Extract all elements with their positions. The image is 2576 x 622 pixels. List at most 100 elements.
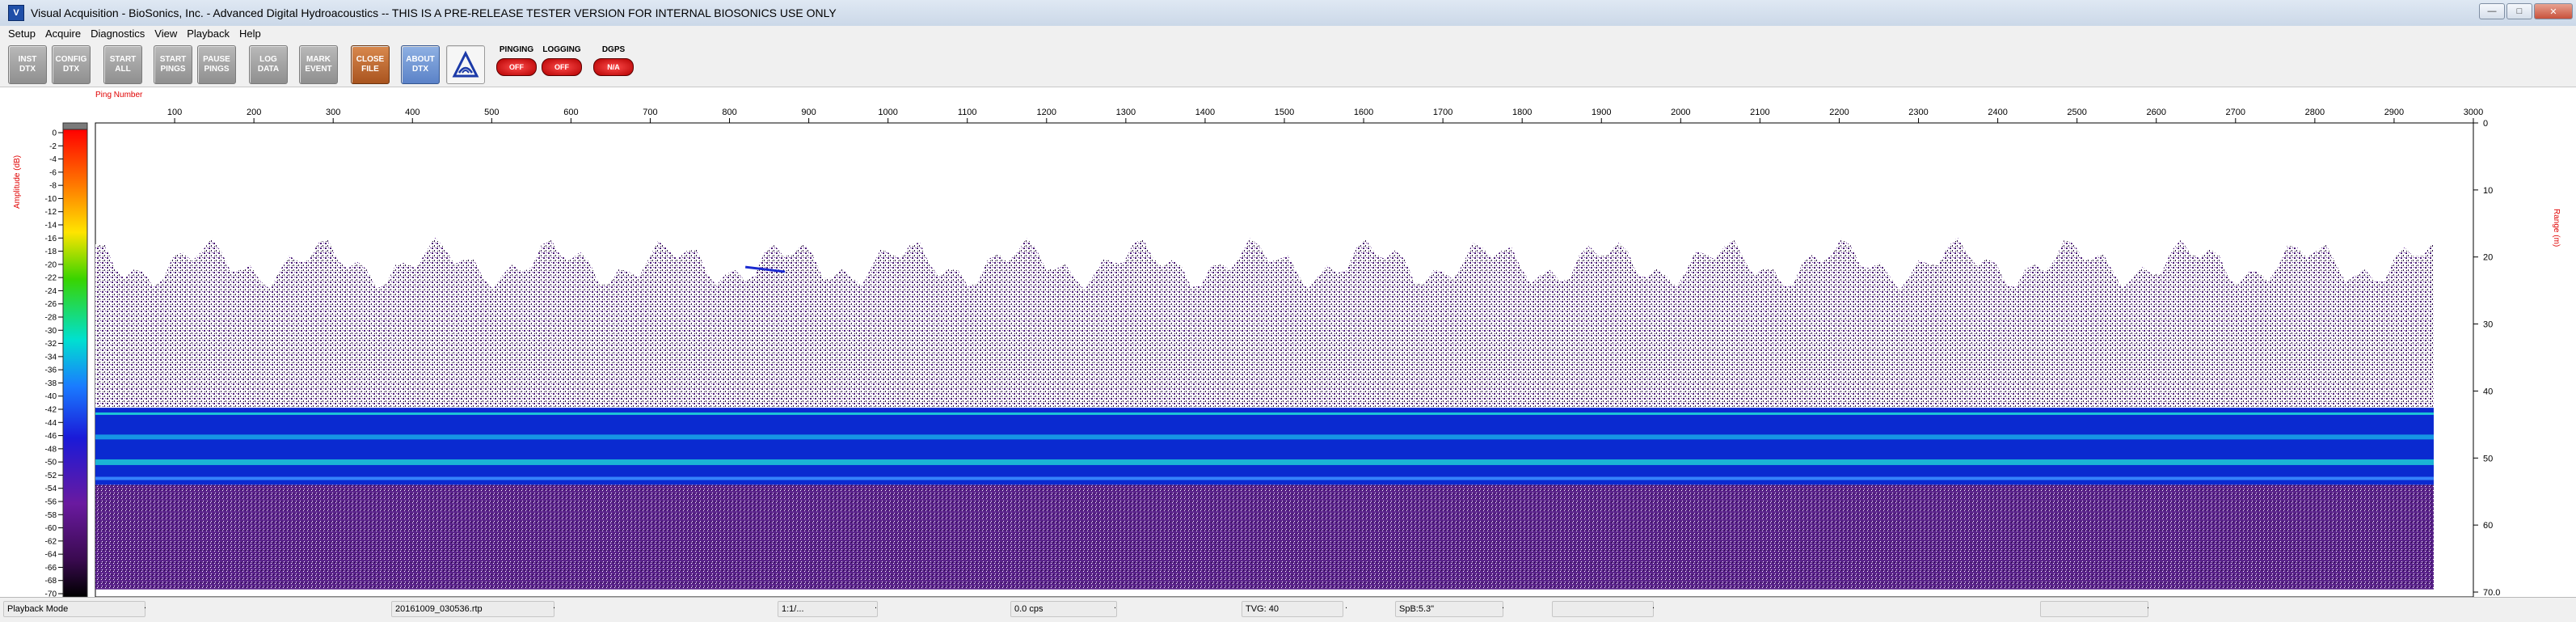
menu-playback[interactable]: Playback bbox=[182, 28, 234, 40]
rate-field: 0.0 cps bbox=[1010, 601, 1117, 617]
range-tick-label: 30 bbox=[2483, 320, 2493, 330]
amplitude-tick-label: -24 bbox=[45, 287, 57, 296]
amplitude-tick-label: -62 bbox=[45, 537, 57, 546]
maximize-button[interactable]: □ bbox=[2506, 3, 2532, 19]
status-separator: . bbox=[2147, 601, 2150, 611]
minimize-button[interactable]: — bbox=[2479, 3, 2505, 19]
ping-tick-label: 1500 bbox=[1275, 108, 1294, 117]
amplitude-colorbar bbox=[62, 129, 88, 597]
ping-tick-label: 2500 bbox=[2067, 108, 2086, 117]
echogram-panel: Ping Number Amplitude (dB) Range (m) 0 -… bbox=[0, 87, 2576, 597]
dgps-label: DGPS bbox=[601, 45, 626, 54]
ping-tick-label: 800 bbox=[722, 108, 736, 117]
spb-value: SpB:5.3" bbox=[1399, 604, 1435, 614]
amplitude-tick-label: -38 bbox=[45, 379, 57, 388]
status-field-empty bbox=[1552, 601, 1654, 617]
ping-tick-label: 1100 bbox=[958, 108, 977, 117]
biosonics-logo-icon[interactable] bbox=[446, 45, 485, 84]
dgps-status: N/A bbox=[593, 58, 634, 76]
status-separator: . bbox=[1345, 601, 1348, 611]
pause-pings-button[interactable]: PAUSE PINGS bbox=[197, 45, 236, 84]
file-value: 20161009_030536.rtp bbox=[395, 604, 483, 614]
menu-diagnostics[interactable]: Diagnostics bbox=[86, 28, 150, 40]
echogram-canvas[interactable]: 0 -2 -4 -6 -8 -10 -12 -14 -16 -18 -20 -22 -24 -26 -28 -… bbox=[0, 87, 2576, 597]
amplitude-tick-label: -6 bbox=[49, 168, 57, 177]
ping-tick-label: 400 bbox=[405, 108, 419, 117]
amplitude-tick-label: -54 bbox=[45, 484, 57, 493]
range-tick-label: 0 bbox=[2483, 119, 2488, 129]
dgps-indicator: DGPS N/A bbox=[592, 45, 635, 83]
mark-event-button[interactable]: MARK EVENT bbox=[299, 45, 338, 84]
amplitude-tick-label: -50 bbox=[45, 459, 57, 468]
ping-tick-label: 2900 bbox=[2384, 108, 2404, 117]
amplitude-tick-label: -28 bbox=[45, 314, 57, 323]
status-separator: . bbox=[1502, 601, 1505, 611]
amplitude-tick-label: -68 bbox=[45, 577, 57, 586]
echo-data bbox=[95, 237, 2434, 590]
title-bar: V Visual Acquisition - BioSonics, Inc. -… bbox=[0, 0, 2576, 27]
ping-tick-label: 2400 bbox=[1988, 108, 2007, 117]
about-dtx-button[interactable]: ABOUT DTX bbox=[401, 45, 440, 84]
pinging-status: OFF bbox=[496, 58, 537, 76]
log-data-button[interactable]: LOG DATA bbox=[249, 45, 288, 84]
amplitude-tick-label: -26 bbox=[45, 300, 57, 309]
scattering-layer-mid bbox=[95, 434, 2434, 440]
colorbar-cap bbox=[62, 122, 88, 130]
amplitude-tick-label: -36 bbox=[45, 366, 57, 375]
status-separator: . bbox=[553, 601, 556, 611]
menu-bar: Setup Acquire Diagnostics View Playback … bbox=[0, 26, 2576, 40]
logging-label: LOGGING bbox=[542, 45, 581, 54]
ping-tick-label: 1900 bbox=[1592, 108, 1611, 117]
menu-help[interactable]: Help bbox=[234, 28, 266, 40]
ping-tick-label: 500 bbox=[484, 108, 499, 117]
scattering-layer-base bbox=[95, 476, 2434, 480]
ping-tick-label: 2100 bbox=[1750, 108, 1769, 117]
app-logo-icon[interactable]: V bbox=[8, 5, 24, 21]
ping-tick-label: 1800 bbox=[1512, 108, 1532, 117]
close-file-button[interactable]: CLOSE FILE bbox=[351, 45, 390, 84]
ping-ticks: 100 200 300 400 500 600 700 800 900 1000 1100 1200 1… bbox=[167, 108, 2483, 123]
ping-tick-label: 300 bbox=[326, 108, 340, 117]
logging-indicator: LOGGING OFF bbox=[540, 45, 584, 83]
rate-value: 0.0 cps bbox=[1014, 604, 1043, 614]
amplitude-ticks: 0 -2 -4 -6 -8 -10 -12 -14 -16 -18 -20 -22 -24 -26 -28 -… bbox=[45, 129, 63, 597]
inst-dtx-button[interactable]: INST DTX bbox=[8, 45, 47, 84]
status-separator: . bbox=[1114, 601, 1117, 611]
logging-status: OFF bbox=[542, 58, 582, 76]
window-controls: — □ ✕ bbox=[2479, 3, 2573, 19]
file-field: 20161009_030536.rtp bbox=[391, 601, 554, 617]
start-pings-button[interactable]: START PINGS bbox=[154, 45, 192, 84]
amplitude-tick-label: -44 bbox=[45, 419, 57, 428]
start-all-button[interactable]: START ALL bbox=[103, 45, 142, 84]
amplitude-tick-label: -40 bbox=[45, 392, 57, 401]
tvg-value: TVG: 40 bbox=[1246, 604, 1279, 614]
scattering-layer-lower bbox=[95, 459, 2434, 465]
close-button[interactable]: ✕ bbox=[2534, 3, 2573, 19]
mode-field: Playback Mode bbox=[3, 601, 145, 617]
range-tick-label: 20 bbox=[2483, 253, 2493, 263]
ping-tick-label: 2600 bbox=[2146, 108, 2165, 117]
status-separator: . bbox=[875, 601, 878, 611]
amplitude-tick-label: -58 bbox=[45, 511, 57, 520]
amplitude-tick-label: -60 bbox=[45, 524, 57, 533]
ping-tick-label: 2300 bbox=[1908, 108, 1928, 117]
spb-field: SpB:5.3" bbox=[1395, 601, 1503, 617]
pinging-indicator: PINGING OFF bbox=[495, 45, 538, 83]
amplitude-tick-label: -2 bbox=[49, 142, 57, 151]
menu-setup[interactable]: Setup bbox=[0, 28, 40, 40]
ping-tick-label: 2200 bbox=[1829, 108, 1849, 117]
ping-tick-label: 200 bbox=[247, 108, 261, 117]
amplitude-tick-label: -20 bbox=[45, 260, 57, 269]
amplitude-tick-label: -52 bbox=[45, 472, 57, 480]
status-separator: . bbox=[144, 601, 147, 611]
menu-acquire[interactable]: Acquire bbox=[40, 28, 86, 40]
window-title: Visual Acquisition - BioSonics, Inc. - A… bbox=[31, 6, 837, 19]
config-dtx-button[interactable]: CONFIG DTX bbox=[52, 45, 91, 84]
range-tick-label: 40 bbox=[2483, 387, 2493, 396]
amplitude-tick-label: -18 bbox=[45, 248, 57, 256]
amplitude-tick-label: -8 bbox=[49, 182, 57, 191]
amplitude-tick-label: -22 bbox=[45, 274, 57, 283]
amplitude-tick-label: -12 bbox=[45, 208, 57, 217]
menu-view[interactable]: View bbox=[150, 28, 182, 40]
amplitude-tick-label: -30 bbox=[45, 327, 57, 336]
